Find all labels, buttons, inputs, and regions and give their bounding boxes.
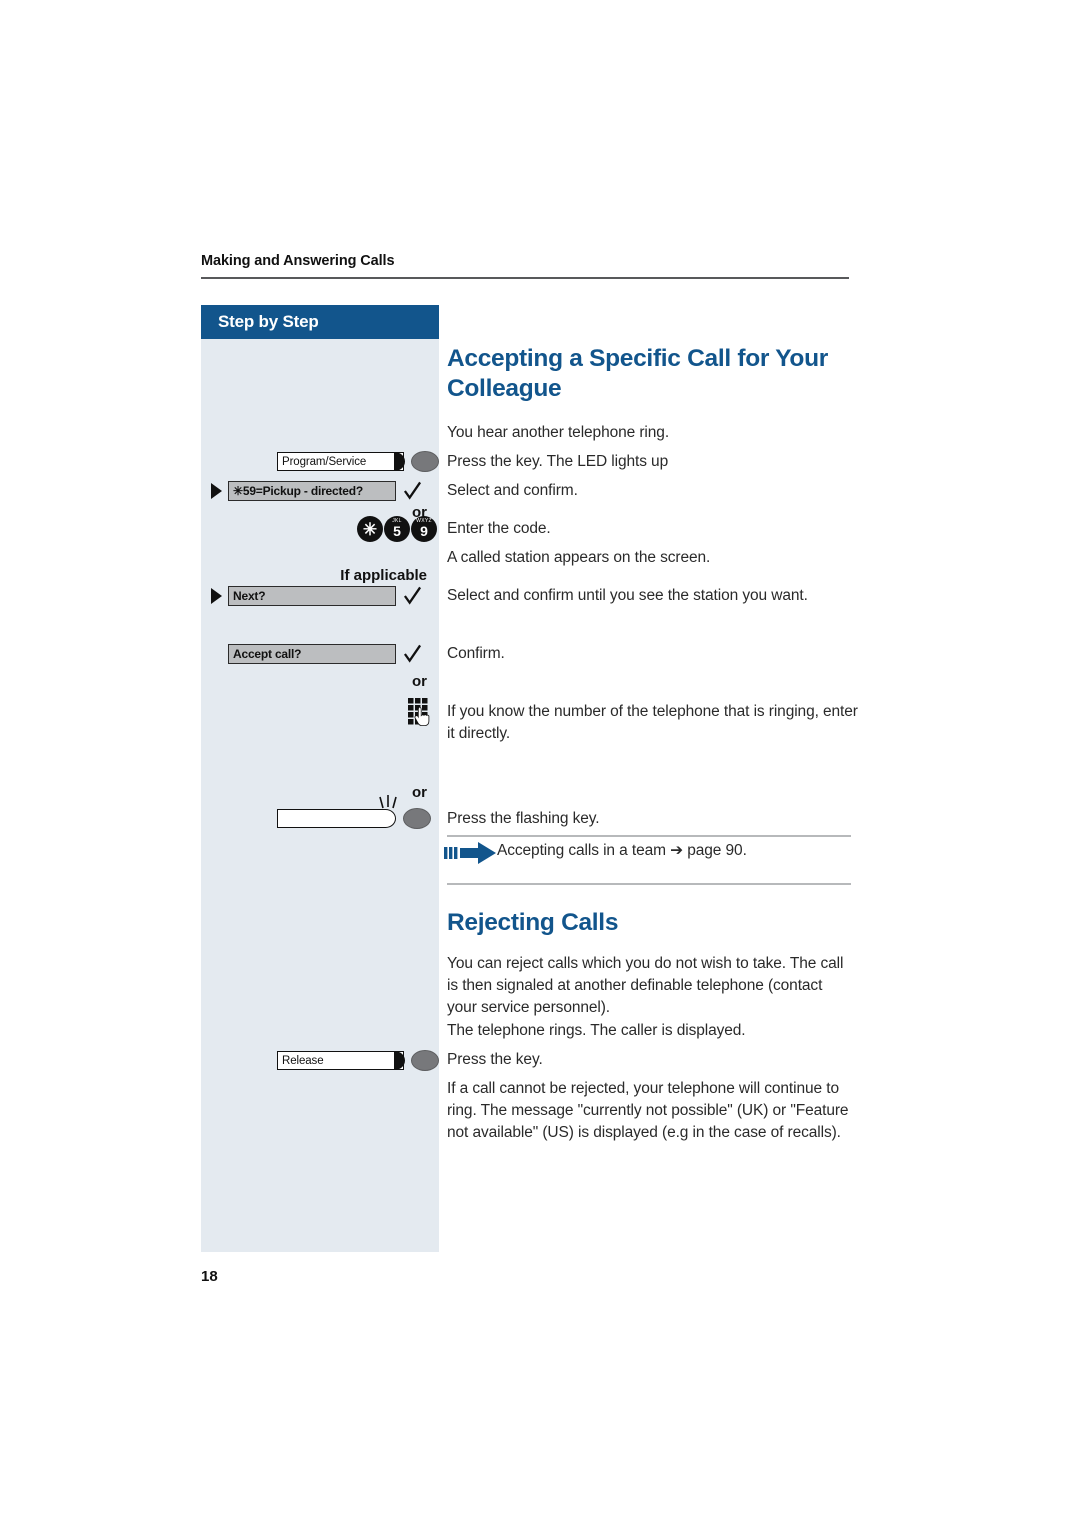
or-separator-2: or [412,673,427,690]
selection-caret-icon [211,588,222,604]
paragraph-reject-calls-intro: You can reject calls which you do not wi… [447,955,844,1016]
xref-rule-bottom [447,883,851,885]
next-option[interactable]: Next? [211,586,422,606]
page-number: 18 [201,1268,218,1285]
step-by-step-sidebar: Step by Step Program/Service ✳59=Pickup … [201,305,439,1252]
keypad-code-digits[interactable]: ✳ JKL 5 WXYZ 9 [357,516,437,542]
flash-rays-icon [379,795,397,809]
display-field: ✳59=Pickup - directed? [228,481,396,501]
selection-caret-icon [211,483,222,499]
keypad-button-5-sub: JKL [392,518,402,524]
checkmark-icon [403,644,422,663]
cross-reference-text[interactable]: Accepting calls in a team ➔ page 90. [497,840,851,862]
pickup-directed-option[interactable]: ✳59=Pickup - directed? [211,481,422,501]
step-text-select-confirm: Select and confirm. [447,482,578,499]
step-text-confirm: Confirm. [447,645,505,662]
display-field: Next? [228,586,396,606]
keypad-button-9-label: 9 [420,523,428,539]
keypad-button-star[interactable]: ✳ [357,516,383,542]
page-title-accepting-specific-call: Accepting a Specific Call for Your Colle… [447,345,828,402]
header-rule [201,277,849,279]
dial-keypad-icon [408,698,430,726]
led-indicator-icon [411,1050,439,1071]
sidebar-title: Step by Step [218,312,319,331]
if-applicable-caption: If applicable [340,567,427,584]
release-key[interactable]: Release [277,1050,439,1071]
accept-call-option[interactable]: Accept call? [211,644,422,664]
step-text-enter-number-directly: If you know the number of the telephone … [447,703,858,742]
step-text-enter-code: Enter the code. [447,520,551,537]
paragraph-press-the-key: Press the key. [447,1051,543,1068]
program-service-key-label: Program/Service [282,455,367,468]
pickup-directed-option-label: ✳59=Pickup - directed? [233,484,364,498]
release-key-label: Release [282,1054,324,1067]
running-header: Making and Answering Calls [201,253,395,269]
keypad-button-5-label: 5 [393,523,401,539]
page-title-rejecting-calls: Rejecting Calls [447,909,619,936]
accept-call-option-label: Accept call? [233,647,302,661]
next-option-label: Next? [233,589,266,603]
keypad-button-star-label: ✳ [362,519,378,539]
led-indicator-icon [403,808,431,829]
keypad-button-9[interactable]: WXYZ 9 [411,516,437,542]
key-body: Program/Service [277,451,405,471]
paragraph-cannot-be-rejected: If a call cannot be rejected, your telep… [447,1080,849,1141]
step-text-hear-ring: You hear another telephone ring. [447,424,670,441]
document-page: Making and Answering Calls Step by Step … [0,0,1080,1528]
program-service-key[interactable]: Program/Service [277,451,439,472]
key-cap-icon [393,1050,405,1070]
checkmark-icon [403,481,422,500]
key-cap-icon [393,451,405,471]
display-field: Accept call? [228,644,396,664]
step-text-press-flashing-key: Press the flashing key. [447,810,600,827]
key-body: Release [277,1050,405,1070]
led-indicator-icon [411,451,439,472]
flashing-line-key[interactable] [277,795,431,829]
step-text-called-station-appears: A called station appears on the screen. [447,549,711,566]
keypad-button-9-sub: WXYZ [416,518,432,524]
cross-reference-arrow-icon [444,842,496,864]
step-text-select-until-station: Select and confirm until you see the sta… [447,587,808,604]
sidebar-title-bar: Step by Step [201,305,439,339]
paragraph-telephone-rings: The telephone rings. The caller is displ… [447,1022,746,1039]
key-body [277,795,397,828]
step-text-press-key-led: Press the key. The LED lights up [447,453,669,470]
xref-rule-top [447,835,851,837]
checkmark-icon [403,586,422,605]
keypad-button-5[interactable]: JKL 5 [384,516,410,542]
